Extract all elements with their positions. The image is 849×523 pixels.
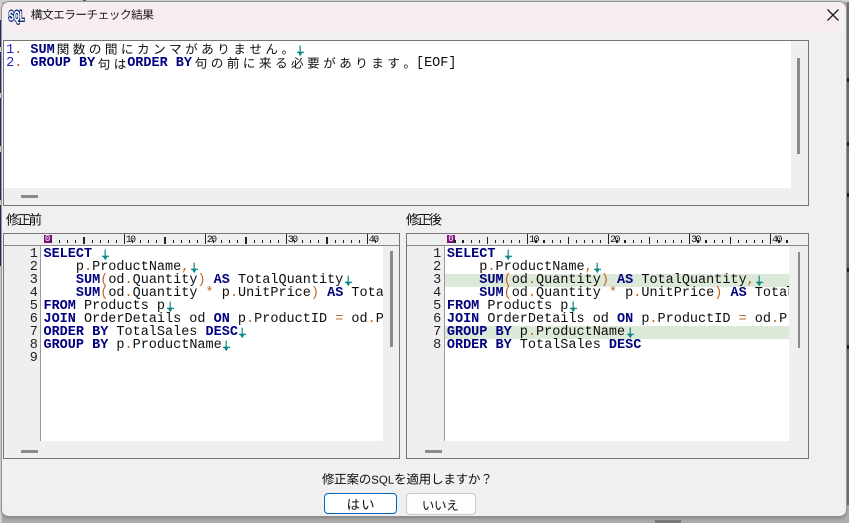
svg-text:SQL: SQL [9,9,25,24]
